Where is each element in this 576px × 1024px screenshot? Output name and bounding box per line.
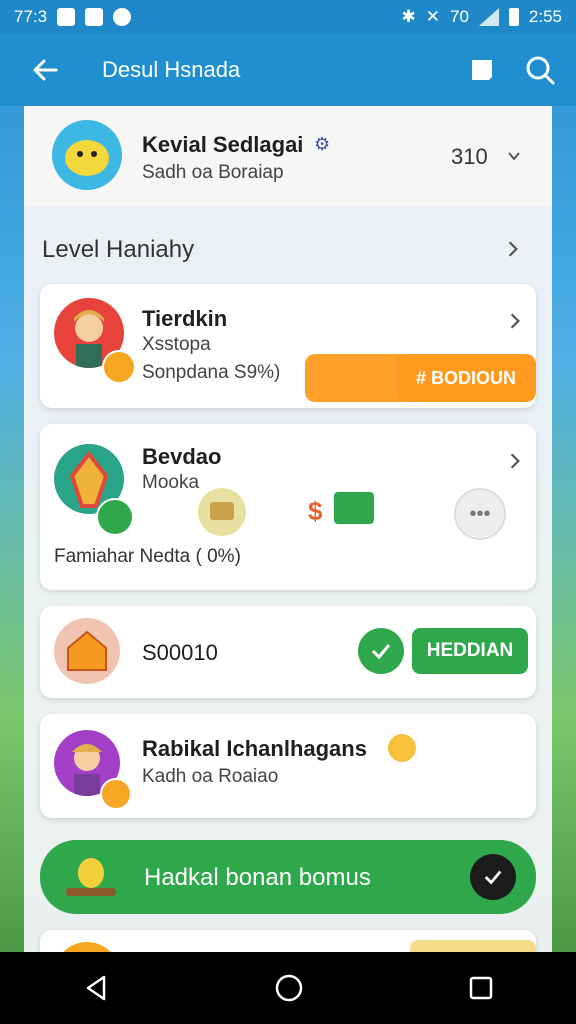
card-3-name: S00010 — [142, 640, 218, 665]
search-icon — [526, 56, 555, 85]
level-card-4[interactable]: Rabikal Ichanlhagans Kadh oa Roaiao — [40, 714, 536, 818]
back-arrow-icon — [33, 59, 58, 81]
check-icon — [371, 644, 391, 660]
profile-name: Kevial Sedlagai — [142, 132, 304, 157]
level-card-1[interactable]: Tierdkin Xsstopa Sonpdana S9%) # BODIOUN — [40, 284, 536, 408]
card-2-sub1: Mooka — [142, 472, 200, 493]
image-notification-icon — [85, 8, 104, 26]
app-bar: Desul Hsnada — [0, 34, 576, 106]
chevron-right-icon — [510, 313, 520, 329]
profile-subtitle: Sadh oa Boraiap — [142, 162, 284, 183]
bonus-label: Hadkal bonan bomus — [144, 864, 371, 891]
level-card-2[interactable]: Bevdao Mooka $ ••• Famiahar Nedta ( 0%) — [40, 424, 536, 590]
bonus-check-button[interactable] — [470, 854, 516, 900]
bonus-bar[interactable]: Hadkal bonan bomus — [40, 840, 536, 914]
item-avatar-3 — [54, 618, 120, 684]
card-4-name: Rabikal Ichanlhagans — [142, 736, 367, 761]
money-icon[interactable]: $ — [308, 488, 380, 532]
card-1-sub2: Sonpdana S9%) — [142, 362, 281, 383]
hold-button[interactable]: HEDDIAN — [412, 628, 528, 674]
chevron-right-icon — [508, 241, 518, 257]
badge-icon: ⚙ — [314, 134, 331, 154]
battery-icon — [508, 8, 519, 26]
more-options-button[interactable]: ••• — [454, 488, 506, 540]
back-button[interactable] — [24, 49, 66, 91]
card-1-sub1: Xsstopa — [142, 334, 211, 355]
card-2-progress: Famiahar Nedta ( 0%) — [54, 546, 241, 567]
status-time-left: 77:3 — [14, 7, 48, 26]
card-2-name: Bevdao — [142, 444, 222, 469]
chevron-down-icon — [508, 152, 520, 161]
redeem-button[interactable]: # BODIOUN — [396, 354, 536, 402]
bookmark-button[interactable] — [460, 48, 504, 92]
status-bar: 77:3 ✱ ✕ 70 2:55 — [0, 0, 576, 34]
bookmark-icon — [472, 60, 492, 80]
search-button[interactable] — [518, 48, 562, 92]
profile-points: 310 — [451, 144, 488, 169]
coin-badge-icon — [100, 778, 132, 810]
status-time-right: 2:55 — [528, 7, 562, 26]
page-title: Desul Hsnada — [102, 57, 241, 82]
profile-avatar — [52, 120, 122, 190]
verified-badge-icon — [388, 734, 416, 762]
level-card-3[interactable]: S00010 HEDDIAN — [40, 606, 536, 698]
profile-row[interactable]: Kevial Sedlagai ⚙ Sadh oa Boraiap 310 — [24, 106, 552, 206]
chevron-right-icon — [510, 453, 520, 469]
home-nav-icon[interactable] — [274, 973, 304, 1003]
content-panel: Kevial Sedlagai ⚙ Sadh oa Boraiap 310 Le… — [24, 106, 552, 982]
more-icon: ••• — [469, 502, 491, 525]
system-nav-bar — [0, 952, 576, 1024]
bonus-bulb-icon — [66, 854, 116, 900]
section-title: Level Haniahy — [42, 236, 195, 263]
check-circle-button[interactable] — [358, 628, 404, 674]
bulb-badge-icon — [102, 350, 136, 384]
progress-bar-1 — [305, 354, 405, 402]
briefcase-icon[interactable] — [198, 488, 246, 536]
card-1-name: Tierdkin — [142, 306, 228, 331]
app-notification-icon — [113, 8, 132, 26]
signal-icon — [478, 8, 499, 26]
tool-badge-icon — [96, 498, 134, 536]
bluetooth-icon: ✱ — [401, 7, 416, 26]
check-icon — [484, 870, 502, 885]
recents-nav-icon[interactable] — [468, 975, 494, 1001]
back-nav-icon[interactable] — [82, 974, 110, 1002]
notification-icon — [57, 8, 76, 26]
vibrate-icon: ✕ — [425, 7, 440, 26]
signal-text: 70 — [449, 7, 469, 26]
section-header[interactable]: Level Haniahy — [24, 216, 552, 276]
card-4-sub1: Kadh oa Roaiao — [142, 766, 279, 787]
